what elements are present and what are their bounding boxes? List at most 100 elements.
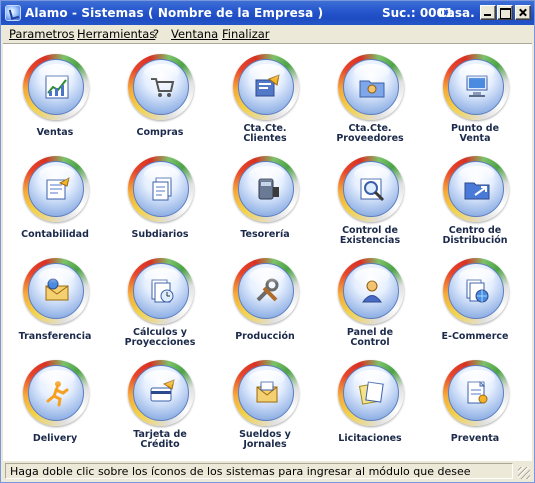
module-tile-contabilidad[interactable]: Contabilidad	[3, 150, 107, 252]
orb-highlight	[144, 370, 180, 386]
module-orb[interactable]	[338, 258, 404, 324]
module-orb[interactable]	[338, 156, 404, 222]
module-tile-ventas[interactable]: Ventas	[3, 48, 107, 150]
app-icon[interactable]	[5, 5, 21, 21]
menu-help[interactable]: ?	[153, 27, 159, 41]
module-orb[interactable]	[443, 156, 509, 222]
module-label: E-Commerce	[441, 331, 509, 342]
module-orb-face	[28, 59, 84, 115]
orb-highlight	[459, 64, 495, 80]
module-orb-face	[238, 161, 294, 217]
menu-herramientas-label: Herramientas	[77, 27, 156, 41]
module-orb[interactable]	[443, 54, 509, 120]
module-orb[interactable]	[128, 54, 194, 120]
module-tile-cta-cte-proveedores[interactable]: Cta.Cte. Proveedores	[318, 48, 422, 150]
module-orb[interactable]	[128, 258, 194, 324]
module-tile-transferencia[interactable]: Transferencia	[3, 252, 107, 354]
menu-parametros[interactable]: Parametros	[9, 27, 75, 41]
module-orb-face	[343, 59, 399, 115]
module-label: Preventa	[450, 433, 500, 444]
module-label: Centro de Distribución	[442, 225, 508, 246]
menu-ventana[interactable]: Ventana	[171, 27, 218, 41]
module-tile-e-commerce[interactable]: E-Commerce	[423, 252, 527, 354]
orb-highlight	[459, 166, 495, 182]
module-tile-panel-de-control[interactable]: Panel de Control	[318, 252, 422, 354]
orb-highlight	[354, 268, 390, 284]
module-tile-tarjeta-de-credito[interactable]: Tarjeta de Crédito	[108, 354, 212, 456]
module-orb[interactable]	[443, 360, 509, 426]
orb-highlight	[39, 64, 75, 80]
title-bar[interactable]: Alamo - Sistemas ( Nombre de la Empresa …	[1, 1, 534, 25]
module-orb[interactable]	[23, 360, 89, 426]
module-label: Producción	[235, 331, 295, 342]
module-orb-face	[238, 365, 294, 421]
orb-highlight	[354, 166, 390, 182]
module-orb[interactable]	[443, 258, 509, 324]
module-label: Transferencia	[18, 331, 92, 342]
module-orb-face	[448, 263, 504, 319]
module-orb-face	[133, 263, 189, 319]
menu-bar: Parametros Herramientas ? Ventana Finali…	[1, 25, 534, 43]
module-tile-compras[interactable]: Compras	[108, 48, 212, 150]
module-tile-sueldos-y-jornales[interactable]: Sueldos y Jornales	[213, 354, 317, 456]
module-label: Control de Existencias	[339, 225, 401, 246]
module-tile-centro-de-distribucion[interactable]: Centro de Distribución	[423, 150, 527, 252]
status-text: Haga doble clic sobre los íconos de los …	[5, 463, 513, 479]
module-orb-face	[28, 161, 84, 217]
menu-parametros-label: Parametros	[9, 27, 75, 41]
module-tile-cta-cte-clientes[interactable]: Cta.Cte. Clientes	[213, 48, 317, 150]
module-label: Cálculos y Proyecciones	[124, 327, 196, 348]
orb-highlight	[249, 166, 285, 182]
module-label: Contabilidad	[21, 229, 89, 240]
minimize-button[interactable]	[480, 5, 496, 20]
module-orb[interactable]	[128, 360, 194, 426]
module-orb[interactable]	[233, 54, 299, 120]
module-orb[interactable]	[23, 54, 89, 120]
module-orb[interactable]	[233, 156, 299, 222]
module-label: Subdiarios	[131, 229, 189, 240]
module-orb[interactable]	[338, 54, 404, 120]
module-tile-delivery[interactable]: Delivery	[3, 354, 107, 456]
module-label: Tesorería	[240, 229, 290, 240]
module-orb[interactable]	[338, 360, 404, 426]
module-orb-face	[133, 365, 189, 421]
menu-herramientas[interactable]: Herramientas	[77, 27, 155, 41]
orb-highlight	[144, 268, 180, 284]
main-window: Alamo - Sistemas ( Nombre de la Empresa …	[0, 0, 535, 483]
module-label: Cta.Cte. Clientes	[243, 123, 287, 144]
module-orb[interactable]	[23, 258, 89, 324]
module-orb-face	[238, 263, 294, 319]
module-label: Delivery	[32, 433, 78, 444]
module-tile-tesoreria[interactable]: Tesorería	[213, 150, 317, 252]
orb-highlight	[249, 64, 285, 80]
orb-highlight	[354, 370, 390, 386]
module-tile-preventa[interactable]: Preventa	[423, 354, 527, 456]
resize-grip[interactable]	[518, 467, 530, 479]
module-tile-punto-de-venta[interactable]: Punto de Venta	[423, 48, 527, 150]
module-orb-face	[238, 59, 294, 115]
module-orb[interactable]	[128, 156, 194, 222]
orb-highlight	[144, 166, 180, 182]
module-tile-licitaciones[interactable]: Licitaciones	[318, 354, 422, 456]
module-orb[interactable]	[23, 156, 89, 222]
module-tile-subdiarios[interactable]: Subdiarios	[108, 150, 212, 252]
module-orb-face	[133, 59, 189, 115]
module-orb[interactable]	[233, 360, 299, 426]
module-tile-calculos-y-proyecciones[interactable]: Cálculos y Proyecciones	[108, 252, 212, 354]
orb-highlight	[39, 268, 75, 284]
module-label: Ventas	[36, 127, 74, 138]
module-orb-face	[343, 263, 399, 319]
maximize-button[interactable]	[497, 5, 513, 20]
module-label: Punto de Venta	[450, 123, 500, 144]
window-title: Alamo - Sistemas ( Nombre de la Empresa …	[25, 6, 324, 20]
module-tile-control-de-existencias[interactable]: Control de Existencias	[318, 150, 422, 252]
menu-finalizar[interactable]: Finalizar	[222, 27, 270, 41]
orb-highlight	[249, 370, 285, 386]
close-button[interactable]	[515, 5, 531, 20]
module-orb[interactable]	[233, 258, 299, 324]
module-orb-face	[448, 365, 504, 421]
menu-finalizar-label: Finalizar	[222, 27, 270, 41]
module-tile-produccion[interactable]: Producción	[213, 252, 317, 354]
orb-highlight	[39, 166, 75, 182]
menu-ventana-label: Ventana	[171, 27, 219, 41]
